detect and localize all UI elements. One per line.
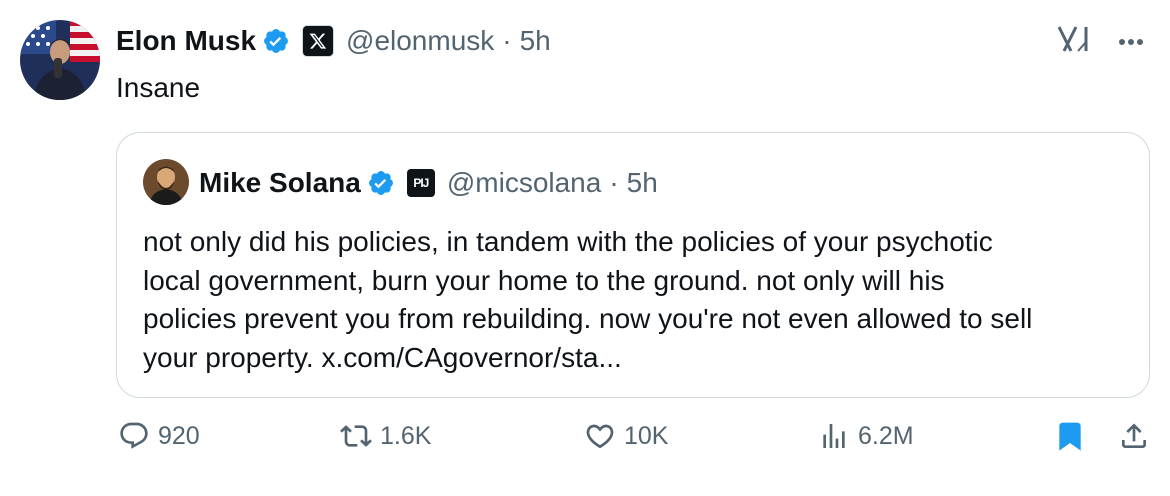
more-icon[interactable] [1118,33,1144,51]
grok-icon[interactable] [1056,24,1090,59]
repost-count: 1.6K [380,421,432,450]
quoted-tweet[interactable]: Mike Solana PIJ @micsolana · 5h not only… [116,132,1150,398]
heart-icon [584,420,616,452]
quoted-avatar-image [143,159,189,205]
tweet-text: Insane [116,72,201,103]
quoted-avatar[interactable] [143,159,189,205]
share-icon [1118,420,1150,452]
share-button[interactable] [1118,420,1150,452]
quoted-text-line: not only did his policies, in tandem wit… [143,226,993,257]
repost-icon [340,420,372,452]
top-actions [1056,24,1144,59]
quoted-text: not only did his policies, in tandem wit… [143,223,1129,377]
reply-icon [118,420,150,452]
reply-count: 920 [158,421,200,450]
author-name[interactable]: Elon Musk [116,25,256,57]
quoted-author-handle[interactable]: @micsolana [447,167,601,199]
quoted-author-name[interactable]: Mike Solana [199,167,361,199]
quoted-text-line: local government, burn your home to the … [143,264,945,296]
bookmark-icon [1054,420,1086,452]
x-logo-icon[interactable] [302,25,335,57]
repost-button[interactable]: 1.6K [340,420,431,452]
view-count: 6.2M [858,421,914,450]
action-bar: 920 1.6K 10K 6.2M [116,420,1156,470]
reply-button[interactable]: 920 [118,420,200,452]
separator: · [502,25,512,56]
author-avatar[interactable] [20,20,100,100]
avatar-image [20,20,100,100]
quoted-text-line: policies prevent you from rebuilding. no… [143,303,1033,334]
quoted-text-line: your property. x.com/CAgovernor/sta... [143,341,622,373]
quoted-timestamp[interactable]: 5h [627,167,658,199]
affiliation-badge[interactable]: PIJ [406,169,435,197]
views-chart-icon [818,420,850,452]
quoted-header: Mike Solana PIJ @micsolana · 5h [199,163,658,203]
views-button[interactable]: 6.2M [818,420,914,452]
bookmark-button[interactable] [1054,420,1086,452]
like-count: 10K [624,421,669,450]
verified-badge-icon [262,27,290,55]
like-button[interactable]: 10K [584,420,668,452]
tweet-header: Elon Musk @elonmusk · 5h [116,22,551,60]
separator: · [609,167,619,198]
author-handle[interactable]: @elonmusk [346,25,494,57]
timestamp[interactable]: 5h [520,25,551,57]
verified-badge-icon [367,169,395,197]
